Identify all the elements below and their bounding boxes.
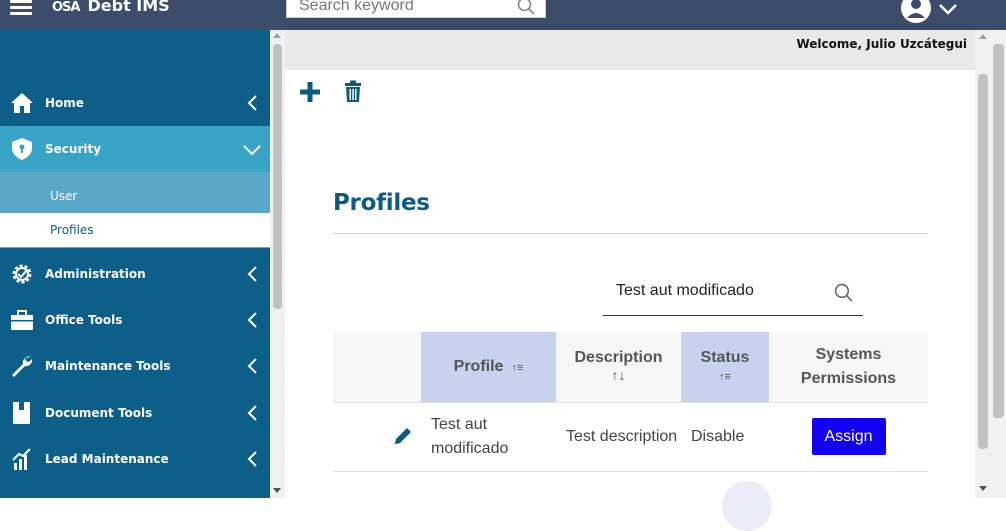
home-icon: [11, 93, 33, 113]
chevron-left-icon: [247, 451, 257, 467]
table-header-row: Profile ↑≡ Description ↑↓ Status ↑≡ Systems…: [333, 332, 928, 403]
sidebar-item-security[interactable]: Security: [0, 126, 270, 172]
title-divider: [333, 233, 928, 234]
hamburger-menu-icon[interactable]: [10, 0, 32, 16]
sidebar-item-label: Maintenance Tools: [45, 359, 171, 373]
profile-search: [603, 275, 863, 316]
sidebar-item-office-tools[interactable]: Office Tools: [0, 297, 270, 343]
sidebar-item-label: Office Tools: [45, 313, 123, 327]
search-icon[interactable]: [517, 0, 535, 15]
user-menu-chevron-icon[interactable]: [938, 2, 958, 16]
sort-asc-icon[interactable]: ↑≡: [719, 371, 731, 383]
chevron-left-icon: [247, 266, 257, 282]
chevron-down-icon: [243, 145, 261, 156]
global-search: [286, 0, 546, 18]
wrench-icon: [12, 356, 33, 377]
sidebar: Home Security User Profiles Administrati…: [0, 30, 270, 498]
chevron-left-icon: [247, 358, 257, 374]
search-icon[interactable]: [834, 283, 853, 302]
sidebar-item-label: Document Tools: [45, 406, 153, 420]
app-logo[interactable]: OSA Debt IMS: [52, 0, 170, 15]
sidebar-subitem-label: Profiles: [50, 223, 94, 237]
add-icon[interactable]: [298, 80, 322, 104]
sort-both-icon[interactable]: ↑↓: [612, 367, 626, 383]
cell-description: Test description: [556, 402, 681, 472]
page-title: Profiles: [333, 190, 430, 216]
header-systems-permissions: Systems Permissions: [769, 332, 928, 403]
header-label: Description: [574, 348, 663, 366]
row-actions: [333, 402, 421, 472]
shield-icon: [12, 138, 32, 160]
sidebar-subitem-profiles[interactable]: Profiles: [0, 213, 270, 247]
sidebar-item-lead-maintenance[interactable]: Lead Maintenance: [0, 436, 270, 482]
header-status[interactable]: Status ↑≡: [681, 332, 769, 403]
chevron-left-icon: [247, 312, 257, 328]
assign-button[interactable]: Assign: [811, 418, 886, 455]
header-label: Status: [700, 348, 750, 366]
profile-search-input[interactable]: [603, 275, 803, 307]
edit-pencil-icon[interactable]: [393, 426, 413, 446]
sidebar-item-maintenance-tools[interactable]: Maintenance Tools: [0, 343, 270, 389]
header-actions: [333, 332, 421, 403]
floating-action-circle[interactable]: [722, 481, 772, 531]
profiles-table: Profile ↑≡ Description ↑↓ Status ↑≡ Systems…: [333, 332, 928, 472]
cell-profile: Test aut modificado: [421, 402, 556, 472]
trash-icon[interactable]: [343, 80, 363, 104]
chart-icon: [12, 448, 31, 470]
top-bar: OSA Debt IMS: [0, 0, 1006, 30]
logo-mark: OSA: [52, 0, 81, 15]
sidebar-scrollbar[interactable]: [270, 30, 285, 498]
global-search-input[interactable]: [287, 0, 502, 17]
sidebar-subitem-user[interactable]: User: [0, 179, 270, 213]
header-label: Systems Permissions: [800, 345, 897, 387]
page-scrollbar[interactable]: [991, 30, 1006, 498]
book-icon: [13, 402, 30, 424]
sidebar-item-administration[interactable]: Administration: [0, 251, 270, 297]
header-label: Profile: [453, 357, 504, 375]
welcome-bar: Welcome, Julio Uzcátegui: [285, 30, 991, 70]
sidebar-item-label: Security: [45, 142, 102, 156]
briefcase-icon: [11, 310, 33, 330]
sidebar-subitem-label: User: [50, 189, 78, 203]
cell-permissions: Assign: [769, 402, 928, 472]
sidebar-item-label: Lead Maintenance: [45, 452, 169, 466]
sidebar-item-label: Home: [45, 96, 84, 110]
user-avatar-icon[interactable]: [900, 0, 932, 24]
gear-icon: [12, 264, 32, 284]
sidebar-item-document-tools[interactable]: Document Tools: [0, 390, 270, 436]
welcome-text: Welcome, Julio Uzcátegui: [796, 37, 967, 51]
chevron-left-icon: [247, 405, 257, 421]
content-scrollbar[interactable]: [975, 30, 991, 498]
sidebar-item-home[interactable]: Home: [0, 80, 270, 126]
sidebar-item-label: Administration: [45, 267, 146, 281]
table-row: Test aut modificado Test description Dis…: [333, 402, 928, 472]
header-profile[interactable]: Profile ↑≡: [421, 332, 556, 403]
chevron-left-icon: [247, 95, 257, 111]
sort-asc-icon[interactable]: ↑≡: [511, 362, 523, 374]
app-name: Debt IMS: [87, 0, 170, 15]
cell-status: Disable: [681, 402, 769, 472]
header-description[interactable]: Description ↑↓: [556, 332, 681, 403]
